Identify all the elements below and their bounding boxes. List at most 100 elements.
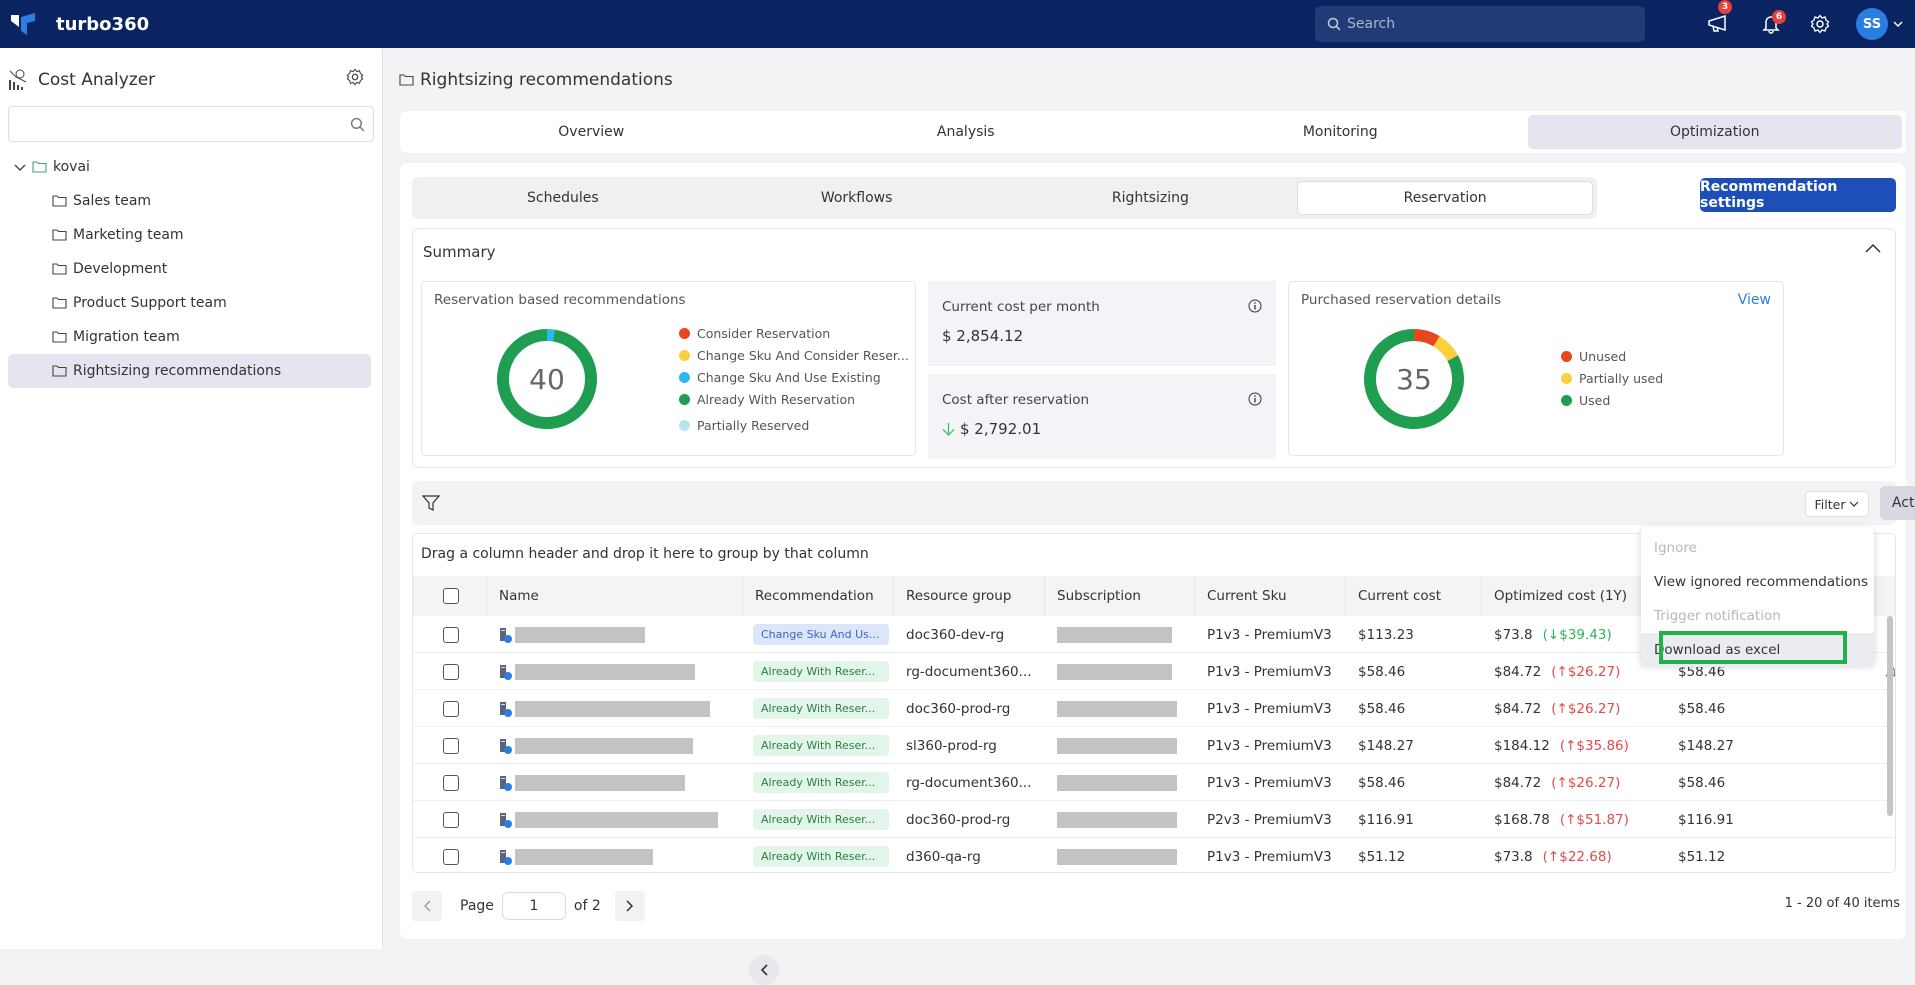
optimized-cost-value: $84.72 — [1494, 663, 1542, 680]
recommendation-badge[interactable]: Already With Reser... — [753, 772, 889, 793]
grid-scrollbar[interactable] — [1887, 616, 1893, 816]
tab-monitoring[interactable]: Monitoring — [1153, 115, 1528, 149]
recommendation-badge[interactable]: Already With Reser... — [753, 698, 889, 719]
page-label: Page — [460, 898, 494, 914]
column-header[interactable]: Current Sku — [1195, 576, 1346, 616]
legend-item[interactable]: Partially Reserved — [679, 414, 909, 436]
legend-item[interactable]: Change Sku And Use Existing — [679, 366, 909, 388]
tab-overview[interactable]: Overview — [404, 115, 779, 149]
name-cell — [487, 801, 743, 838]
recommendation-settings-button[interactable]: Recommendation settings — [1700, 178, 1896, 212]
group-by-hint[interactable]: Drag a column header and drop it here to… — [421, 546, 869, 562]
tree-item[interactable]: Product Support team — [52, 286, 227, 320]
column-header[interactable]: Optimized cost (1Y) — [1482, 576, 1666, 616]
info-icon[interactable] — [1248, 299, 1262, 313]
subtab-reservation[interactable]: Reservation — [1297, 181, 1593, 215]
column-header[interactable]: Resource group — [894, 576, 1045, 616]
recommendation-badge[interactable]: Already With Reser... — [753, 661, 889, 682]
user-avatar[interactable]: SS — [1856, 8, 1888, 40]
legend-label: Partially used — [1579, 370, 1664, 386]
subtab-schedules[interactable]: Schedules — [416, 181, 710, 215]
info-icon[interactable] — [1248, 392, 1262, 406]
page-title: Rightsizing recommendations — [399, 70, 673, 90]
legend-label: Used — [1579, 392, 1611, 408]
menu-item-view-ignored-recommendations[interactable]: View ignored recommendations — [1641, 565, 1874, 599]
legend-dot — [1561, 372, 1572, 384]
redacted-name[interactable] — [515, 737, 693, 754]
chevron-down-icon[interactable] — [1893, 20, 1903, 28]
chevron-down-icon[interactable] — [14, 162, 26, 172]
tree-item[interactable]: Sales team — [52, 184, 151, 218]
tab-optimization[interactable]: Optimization — [1527, 115, 1902, 149]
prev-page-button[interactable] — [412, 891, 442, 921]
row-checkbox[interactable] — [443, 626, 459, 643]
row-checkbox[interactable] — [443, 737, 459, 754]
row-checkbox[interactable] — [443, 700, 459, 717]
legend-item[interactable]: Used — [1561, 389, 1663, 411]
tree-item[interactable]: Rightsizing recommendations — [8, 354, 371, 388]
row-checkbox[interactable] — [443, 663, 459, 680]
reservation-donut-chart: 40 — [497, 329, 597, 429]
sidebar-search-input[interactable] — [8, 106, 374, 142]
row-checkbox[interactable] — [443, 848, 459, 865]
subtab-workflows[interactable]: Workflows — [710, 181, 1004, 215]
optimized-cost-value: $84.72 — [1494, 774, 1542, 791]
tree-item[interactable]: Migration team — [52, 320, 180, 354]
redacted-name[interactable] — [515, 663, 695, 680]
cost-value: $51.12 — [1678, 848, 1726, 865]
sidebar-settings-button[interactable] — [346, 68, 364, 90]
tree-root-kovai[interactable]: kovai — [14, 150, 90, 184]
chevron-down-icon — [1850, 501, 1859, 507]
column-header[interactable]: Recommendation — [743, 576, 894, 616]
actions-dropdown[interactable]: Actions — [1880, 486, 1915, 520]
settings-button[interactable] — [1806, 10, 1834, 38]
row-select-cell — [413, 838, 487, 872]
select-all-checkbox[interactable] — [443, 588, 459, 604]
filter-dropdown[interactable]: Filter — [1805, 491, 1869, 517]
row-checkbox[interactable] — [443, 811, 459, 828]
tree-item[interactable]: Development — [52, 252, 167, 286]
redacted-name[interactable] — [515, 626, 645, 643]
redacted-name[interactable] — [515, 774, 685, 791]
table-row[interactable]: Already With Reser... doc360-prod-rg P1v… — [413, 690, 1895, 727]
recommendation-badge[interactable]: Already With Reser... — [753, 735, 889, 756]
recommendation-badge[interactable]: Change Sku And Us... — [753, 624, 889, 645]
row-checkbox[interactable] — [443, 774, 459, 791]
recommendation-badge[interactable]: Already With Reser... — [753, 809, 889, 830]
view-link[interactable]: View — [1738, 292, 1771, 308]
legend-item[interactable]: Change Sku And Consider Reser... — [679, 344, 909, 366]
table-row[interactable]: Already With Reser... doc360-prod-rg P2v… — [413, 801, 1895, 838]
legend-item[interactable]: Consider Reservation — [679, 322, 909, 344]
announcements-button[interactable]: 3 — [1704, 0, 1732, 38]
table-row[interactable]: Already With Reser... sl360-prod-rg P1v3… — [413, 727, 1895, 764]
column-header[interactable]: Current cost — [1346, 576, 1482, 616]
column-header[interactable]: Name — [487, 576, 743, 616]
filter-icon[interactable] — [422, 494, 440, 512]
folder-icon — [52, 331, 67, 343]
redacted-name[interactable] — [515, 700, 710, 717]
collapse-sidebar-button[interactable] — [749, 955, 779, 985]
logo[interactable]: turbo360 — [10, 11, 149, 37]
redacted-name[interactable] — [515, 848, 653, 865]
tree-item[interactable]: Marketing team — [52, 218, 184, 252]
notifications-button[interactable]: 6 — [1757, 10, 1786, 38]
optimized-cost-cell: $184.12 (↑$35.86) — [1482, 727, 1666, 764]
table-row[interactable]: Already With Reser... d360-qa-rg P1v3 - … — [413, 838, 1895, 872]
subtab-rightsizing[interactable]: Rightsizing — [1004, 181, 1298, 215]
tab-analysis[interactable]: Analysis — [779, 115, 1154, 149]
legend-label: Change Sku And Use Existing — [697, 369, 881, 385]
global-search[interactable]: Search — [1315, 6, 1645, 42]
purchased-total: 35 — [1396, 363, 1432, 396]
chevron-up-icon[interactable] — [1865, 243, 1881, 253]
legend-item[interactable]: Unused — [1561, 345, 1663, 367]
app-name: turbo360 — [56, 13, 150, 35]
legend-item[interactable]: Already With Reservation — [679, 388, 909, 410]
next-page-button[interactable] — [614, 891, 645, 921]
legend-item[interactable]: Partially used — [1561, 367, 1663, 389]
recommendation-badge[interactable]: Already With Reser... — [753, 846, 889, 867]
table-row[interactable]: Already With Reser... rg-document360... … — [413, 764, 1895, 801]
page-number-input[interactable]: 1 — [501, 892, 566, 920]
redacted-name[interactable] — [515, 811, 718, 828]
legend-label: Unused — [1579, 348, 1627, 364]
column-header[interactable]: Subscription — [1045, 576, 1195, 616]
